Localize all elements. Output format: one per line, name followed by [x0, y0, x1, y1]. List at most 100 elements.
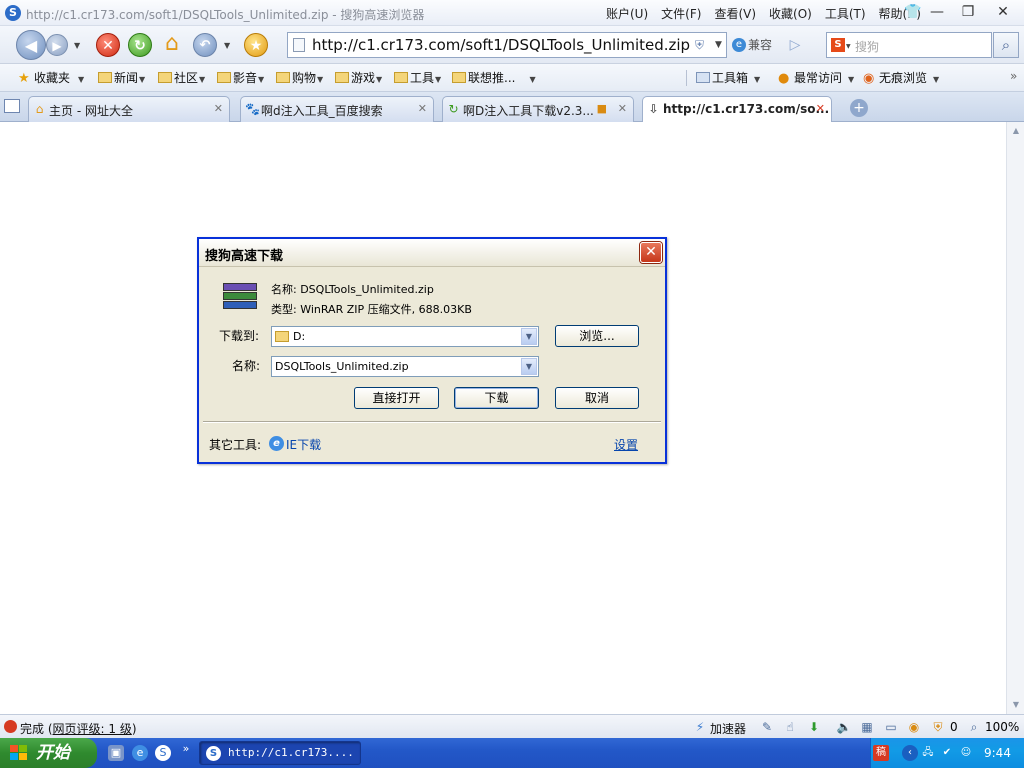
bookmark-folder-lenovo[interactable]: 联想推... ▼ [452, 69, 536, 86]
tab-list-icon[interactable] [4, 99, 20, 113]
search-input[interactable]: 搜狗 [855, 38, 879, 55]
menu-file[interactable]: 文件(F) [661, 5, 701, 22]
scroll-up-icon[interactable]: ▲ [1009, 124, 1023, 138]
plus-icon: + [853, 100, 865, 116]
undo-dropdown-icon[interactable]: ▼ [224, 41, 230, 50]
file-name-combo[interactable]: DSQLTools_Unlimited.zip ▼ [271, 356, 539, 377]
menu-account[interactable]: 账户(U) [606, 5, 648, 22]
dialog-close-button[interactable]: ✕ [640, 242, 662, 263]
bookmark-folder-games[interactable]: 游戏▼ [335, 69, 382, 86]
back-button[interactable]: ◀ [16, 30, 46, 60]
download-button[interactable]: 下载 [454, 387, 539, 409]
tab-download-page[interactable]: ↻ 啊D注入工具下载v2.3... ■ ✕ [442, 96, 634, 122]
menu-tools[interactable]: 工具(T) [825, 5, 866, 22]
x-icon: ✕ [102, 38, 114, 54]
address-input[interactable]: http://c1.cr173.com/soft1/DSQLTools_Unli… [312, 36, 690, 54]
calculator-icon[interactable]: ▦ [859, 719, 875, 735]
window-title: http://c1.cr173.com/soft1/DSQLTools_Unli… [26, 8, 425, 22]
scroll-down-icon[interactable]: ▼ [1009, 698, 1023, 712]
shield-icon[interactable]: ⛨ [930, 719, 946, 735]
quicklaunch-more-icon[interactable]: » [178, 741, 194, 757]
tab-baidu-search[interactable]: 🐾 啊d注入工具_百度搜索 ✕ [240, 96, 434, 122]
volume-icon[interactable]: 🔈 [836, 719, 852, 735]
tab-bar: ⌂ 主页 - 网址大全 ✕ 🐾 啊d注入工具_百度搜索 ✕ ↻ 啊D注入工具下载… [0, 92, 1024, 123]
accelerator-label[interactable]: 加速器 [710, 720, 746, 737]
folder-icon [217, 72, 231, 83]
bookmark-folder-tools[interactable]: 工具▼ [394, 69, 441, 86]
go-button[interactable]: ▷ [783, 33, 807, 57]
most-visited-button[interactable]: ● 最常访问 ▼ [778, 69, 854, 86]
page-rating-link[interactable]: 网页评级: 1 级 [53, 722, 132, 736]
sogou-search-icon[interactable]: S [831, 38, 845, 52]
vertical-scrollbar[interactable]: ▲ ▼ [1006, 122, 1024, 714]
stop-button[interactable]: ✕ [96, 33, 120, 57]
undo-close-button[interactable]: ↶ [193, 33, 217, 57]
settings-link[interactable]: 设置 [614, 436, 638, 453]
refresh-button[interactable]: ↻ [128, 33, 152, 57]
save-to-dropdown-icon[interactable]: ▼ [521, 328, 537, 345]
skin-icon[interactable]: 👕 [904, 4, 921, 21]
menu-view[interactable]: 查看(V) [714, 5, 756, 22]
tab-close-icon[interactable]: ✕ [214, 102, 223, 115]
tray-expand-icon[interactable]: ‹ [902, 745, 918, 761]
history-dropdown-icon[interactable]: ▼ [74, 41, 80, 50]
start-button[interactable]: 开始 [0, 738, 97, 768]
zoom-magnifier-icon[interactable]: ⌕ [966, 719, 982, 735]
bookmark-folder-community[interactable]: 社区▼ [158, 69, 205, 86]
loading-icon: ↻ [448, 102, 459, 116]
open-directly-button[interactable]: 直接打开 [354, 387, 439, 409]
private-browsing-button[interactable]: ◉ 无痕浏览 ▼ [863, 69, 939, 86]
ie-download-link[interactable]: IE下载 [286, 436, 321, 453]
bookmark-folder-news[interactable]: 新闻▼ [98, 69, 145, 86]
taskbar-window-button[interactable]: S http://c1.cr173.... [199, 741, 361, 765]
home-button[interactable]: ⌂ [159, 31, 185, 57]
fullscreen-icon[interactable]: ▭ [883, 719, 899, 735]
favorites-button[interactable]: ★ [244, 33, 268, 57]
folder-icon [158, 72, 172, 83]
accelerator-icon[interactable]: ⚡ [692, 719, 708, 735]
tab-home[interactable]: ⌂ 主页 - 网址大全 ✕ [28, 96, 230, 122]
cancel-button[interactable]: 取消 [555, 387, 639, 409]
folder-icon [98, 72, 112, 83]
restore-button[interactable]: ❐ [955, 2, 981, 22]
screenshot-icon[interactable]: ✎ [759, 719, 775, 735]
download-arrow-icon[interactable]: ⬇ [806, 719, 822, 735]
bookmark-folder-shopping[interactable]: 购物▼ [276, 69, 323, 86]
toolbox-button[interactable]: 工具箱 ▼ [696, 69, 760, 86]
more-chevron-icon[interactable]: » [1010, 69, 1017, 83]
eye-icon[interactable]: ◉ [906, 719, 922, 735]
show-desktop-icon[interactable]: ▣ [108, 745, 124, 761]
file-name-dropdown-icon[interactable]: ▼ [521, 358, 537, 375]
search-box[interactable]: S ▼ 搜狗 [826, 32, 992, 58]
address-bar[interactable]: http://c1.cr173.com/soft1/DSQLTools_Unli… [287, 32, 727, 58]
compatibility-mode-button[interactable]: e 兼容 [730, 33, 778, 57]
security-tray-icon[interactable]: ✔ [939, 745, 955, 761]
menu-favorites[interactable]: 收藏(O) [769, 5, 812, 22]
ie-quicklaunch-icon[interactable]: e [132, 745, 148, 761]
bookmark-folder-media[interactable]: 影音▼ [217, 69, 264, 86]
security-shield-icon[interactable]: ⛨ [695, 38, 704, 53]
search-engine-dropdown-icon[interactable]: ▼ [846, 43, 851, 50]
favorites-star-icon: ★ [18, 71, 30, 86]
search-button[interactable]: ⌕ [993, 32, 1019, 58]
tab-close-icon[interactable]: ✕ [618, 102, 627, 115]
tab-close-icon[interactable]: ✕ [816, 102, 825, 115]
ie-icon[interactable]: e [269, 436, 284, 451]
input-method-icon[interactable]: 稿 [873, 745, 889, 761]
zoom-level[interactable]: 100% [985, 720, 1019, 734]
mouse-gesture-icon[interactable]: ☝ [782, 719, 798, 735]
window-close-button[interactable]: ✕ [990, 2, 1016, 22]
bookmark-favorites[interactable]: ★ 收藏夹 ▼ [18, 69, 84, 86]
new-tab-button[interactable]: + [850, 99, 868, 117]
qq-tray-icon[interactable]: ☺ [958, 745, 974, 761]
minimize-button[interactable]: — [924, 2, 950, 22]
sogou-quicklaunch-icon[interactable]: S [155, 745, 171, 761]
tab-zip-file[interactable]: ⇩ http://c1.cr173.com/so... ✕ [642, 96, 832, 123]
video-icon: ■ [596, 102, 607, 115]
forward-button[interactable]: ▶ [46, 34, 68, 56]
save-to-combo[interactable]: D: ▼ [271, 326, 539, 347]
network-icon[interactable]: 🖧 [920, 745, 936, 761]
tab-close-icon[interactable]: ✕ [418, 102, 427, 115]
browse-button[interactable]: 浏览... [555, 325, 639, 347]
address-dropdown-icon[interactable]: ▼ [715, 40, 722, 50]
